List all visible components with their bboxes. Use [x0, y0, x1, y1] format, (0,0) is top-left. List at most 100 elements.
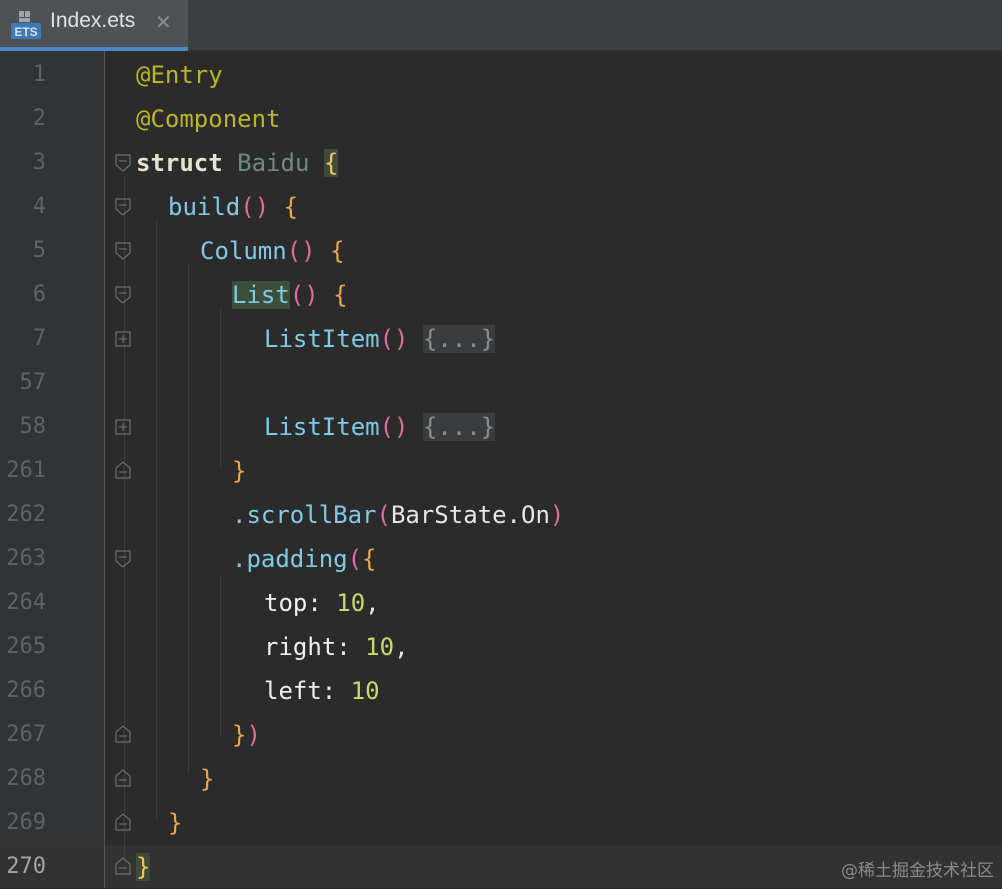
- brace: }: [168, 809, 183, 837]
- number: 10: [350, 677, 380, 705]
- brace: {: [283, 193, 299, 221]
- property-name: right: [264, 633, 337, 661]
- code-line[interactable]: left: 10: [264, 669, 380, 713]
- code-line[interactable]: top: 10,: [264, 581, 380, 625]
- fold-close-icon[interactable]: [115, 857, 131, 875]
- tab-index-ets[interactable]: ETS Index.ets ✕: [0, 0, 188, 51]
- fold-open-icon[interactable]: [115, 154, 131, 172]
- code-line[interactable]: }): [232, 713, 261, 757]
- brace: {: [323, 149, 339, 177]
- code-line[interactable]: ListItem() {...}: [264, 317, 496, 361]
- expand-icon[interactable]: [115, 330, 131, 348]
- fold-close-icon[interactable]: [115, 461, 131, 479]
- line-number: 268: [6, 766, 46, 791]
- fold-open-icon[interactable]: [115, 286, 131, 304]
- line-number: 266: [6, 678, 46, 703]
- line-number: 1: [32, 62, 46, 87]
- property-name: top: [264, 589, 308, 617]
- code-line[interactable]: @Entry: [136, 53, 223, 97]
- brace: }: [232, 721, 247, 749]
- paren: (): [286, 237, 316, 265]
- code-line[interactable]: .scrollBar(BarState.On): [232, 493, 564, 537]
- brace: }: [136, 853, 151, 881]
- method-call: .scrollBar: [232, 501, 377, 529]
- paren: (: [347, 545, 363, 573]
- line-number: 57: [19, 370, 47, 395]
- paren: (): [289, 281, 319, 309]
- line-number: 4: [32, 194, 46, 219]
- function-name: ListItem: [264, 325, 380, 353]
- fold-open-icon[interactable]: [115, 198, 131, 216]
- line-number: 261: [6, 458, 46, 483]
- property-name: left: [264, 677, 322, 705]
- line-number: 7: [32, 326, 46, 351]
- colon: :: [321, 677, 351, 705]
- brace: {: [330, 237, 345, 265]
- fold-open-icon[interactable]: [115, 550, 131, 568]
- fold-open-icon[interactable]: [115, 242, 131, 260]
- annotation: @Component: [136, 105, 281, 133]
- line-number: 264: [6, 590, 46, 615]
- line-number: 262: [6, 502, 46, 527]
- paren: (): [379, 413, 409, 441]
- code-line[interactable]: List() {: [232, 273, 348, 317]
- editor-tab-bar: ETS Index.ets ✕: [0, 0, 1002, 51]
- code-line[interactable]: }: [168, 801, 182, 845]
- code-line[interactable]: right: 10,: [264, 625, 409, 669]
- brace: {: [333, 281, 348, 309]
- comma: ,: [394, 633, 409, 661]
- indent-guide: [220, 576, 221, 736]
- struct-name: Baidu: [237, 149, 310, 177]
- paren: ): [246, 721, 261, 749]
- function-name: Column: [200, 237, 287, 265]
- folded-region[interactable]: {...}: [422, 413, 496, 441]
- paren: (): [379, 325, 409, 353]
- indent-guide: [220, 308, 221, 468]
- code-line[interactable]: build() {: [168, 185, 298, 229]
- tab-title: Index.ets: [50, 9, 136, 32]
- colon: :: [336, 633, 366, 661]
- comma: ,: [365, 589, 380, 617]
- folded-region[interactable]: {...}: [422, 325, 496, 353]
- line-number: 265: [6, 634, 46, 659]
- brace: }: [232, 457, 247, 485]
- line-number: 2: [32, 106, 46, 131]
- number: 10: [365, 633, 395, 661]
- number: 10: [336, 589, 366, 617]
- code-line[interactable]: ListItem() {...}: [264, 405, 496, 449]
- annotation: @Entry: [136, 61, 223, 89]
- paren: (: [376, 501, 391, 529]
- code-line-current[interactable]: }: [136, 845, 151, 889]
- line-number: 267: [6, 722, 46, 747]
- fold-close-icon[interactable]: [115, 769, 131, 787]
- gutter-divider: [104, 51, 105, 888]
- colon: :: [307, 589, 337, 617]
- fold-close-icon[interactable]: [115, 725, 131, 743]
- code-line[interactable]: @Component: [136, 97, 281, 141]
- function-name: ListItem: [264, 413, 380, 441]
- code-line[interactable]: .padding({: [232, 537, 377, 581]
- line-number: 5: [32, 238, 46, 263]
- line-number: 269: [6, 810, 46, 835]
- watermark: @稀土掘金技术社区: [841, 861, 994, 881]
- paren: ): [549, 501, 565, 529]
- line-number: 263: [6, 546, 46, 571]
- argument: BarState.On: [390, 501, 550, 529]
- line-number: 6: [32, 282, 46, 307]
- line-number: 3: [32, 150, 46, 175]
- code-line[interactable]: }: [232, 449, 246, 493]
- method-call: .padding: [232, 545, 348, 573]
- code-line[interactable]: Column() {: [200, 229, 345, 273]
- paren: (): [240, 193, 270, 221]
- code-line[interactable]: }: [200, 757, 214, 801]
- expand-icon[interactable]: [115, 418, 131, 436]
- close-icon[interactable]: ✕: [155, 10, 172, 34]
- brace: {: [362, 545, 377, 573]
- function-name: build: [168, 193, 241, 221]
- ets-file-icon: ETS: [11, 11, 41, 39]
- function-name: List: [232, 281, 290, 309]
- line-number-current: 270: [6, 854, 46, 879]
- fold-close-icon[interactable]: [115, 813, 131, 831]
- code-line[interactable]: struct Baidu {: [136, 141, 339, 185]
- svg-text:ETS: ETS: [14, 25, 37, 39]
